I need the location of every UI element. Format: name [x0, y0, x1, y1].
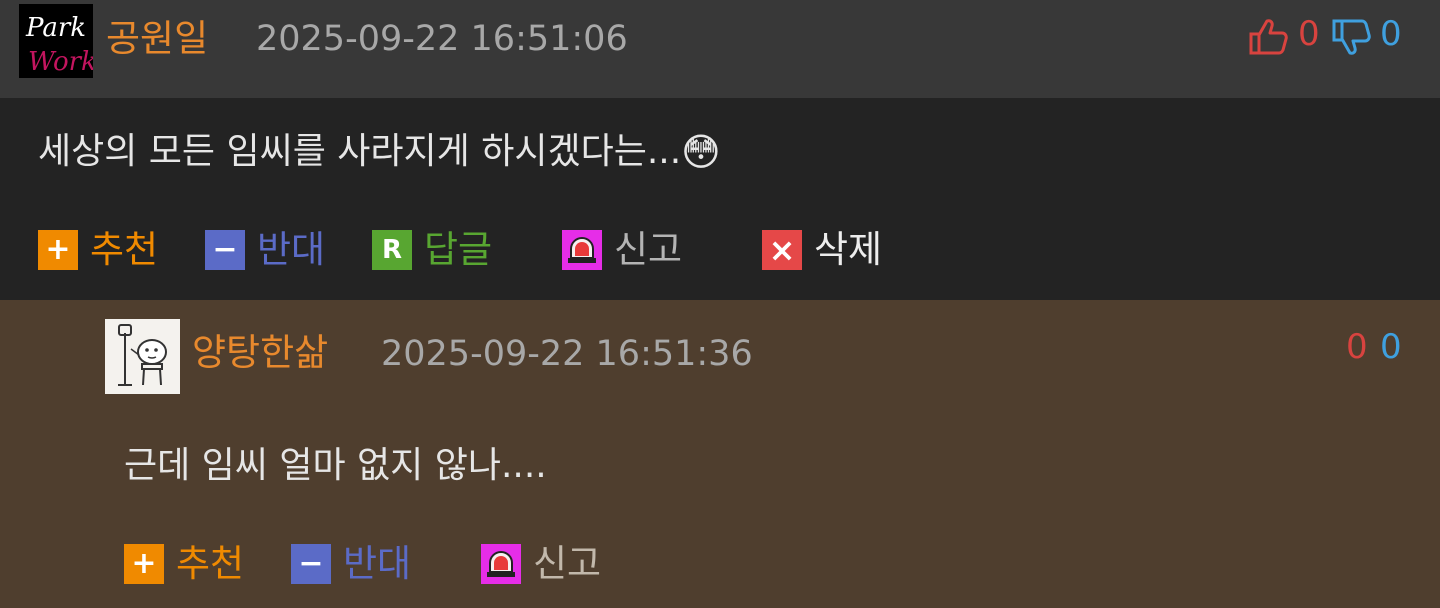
- recommend-button[interactable]: + 추천: [38, 222, 158, 278]
- reply-dislike-count[interactable]: 0: [1380, 325, 1402, 369]
- oppose-label: 반대: [257, 228, 326, 271]
- reply-r-icon: R: [372, 230, 412, 270]
- reply-recommend-button[interactable]: + 추천: [124, 536, 244, 592]
- svg-text:Work: Work: [28, 47, 93, 77]
- close-icon: ×: [762, 230, 802, 270]
- character-with-iv-stand-icon: [105, 319, 180, 394]
- author-name[interactable]: 공원일: [106, 14, 208, 64]
- minus-icon: −: [291, 544, 331, 584]
- reply-text: 근데 임씨 얼마 없지 않나....: [124, 445, 547, 486]
- delete-button[interactable]: × 삭제: [762, 222, 882, 278]
- parkwork-logo-icon: Park Work: [19, 4, 93, 78]
- report-button[interactable]: 신고: [562, 222, 682, 278]
- thumbs-up-icon[interactable]: [1248, 18, 1290, 56]
- oppose-label: 반대: [343, 542, 412, 585]
- thumbs-down-icon[interactable]: [1331, 18, 1373, 56]
- reply-comment: 양탕한삶 2025-09-22 16:51:36 0 0 근데 임씨 얼마 없지…: [0, 300, 1440, 608]
- minus-icon: −: [205, 230, 245, 270]
- plus-icon: +: [38, 230, 78, 270]
- avatar[interactable]: Park Work: [19, 4, 93, 78]
- recommend-label: 추천: [176, 542, 245, 585]
- reply-avatar[interactable]: [105, 319, 180, 394]
- dislike-count: 0: [1380, 14, 1402, 54]
- reply-actions: + 추천 − 반대 신고: [0, 536, 1440, 592]
- delete-label: 삭제: [814, 228, 883, 271]
- flushed-face-emoji-icon: 😳: [681, 130, 721, 174]
- reply-like-count[interactable]: 0: [1346, 325, 1368, 369]
- reply-button[interactable]: R 답글: [372, 222, 492, 278]
- reply-author-name[interactable]: 양탕한삶: [192, 328, 328, 378]
- reply-label: 답글: [424, 228, 493, 271]
- report-label: 신고: [533, 542, 602, 585]
- timestamp: 2025-09-22 16:51:06: [256, 19, 628, 59]
- plus-icon: +: [124, 544, 164, 584]
- comment-body: 세상의 모든 임씨를 사라지게 하시겠다는...😳: [38, 127, 721, 177]
- reply-timestamp: 2025-09-22 16:51:36: [381, 334, 753, 374]
- siren-icon: [562, 230, 602, 270]
- comment-header: Park Work 공원일 2025-09-22 16:51:06 0 0: [0, 0, 1440, 98]
- oppose-button[interactable]: − 반대: [205, 222, 325, 278]
- svg-text:Park: Park: [25, 13, 86, 43]
- recommend-label: 추천: [90, 228, 159, 271]
- reply-oppose-button[interactable]: − 반대: [291, 536, 411, 592]
- report-label: 신고: [614, 228, 683, 271]
- like-count: 0: [1298, 14, 1320, 54]
- siren-icon: [481, 544, 521, 584]
- reply-report-button[interactable]: 신고: [481, 536, 601, 592]
- comment-actions: + 추천 − 반대 R 답글 신고 × 삭제: [0, 222, 1440, 278]
- comment-text: 세상의 모든 임씨를 사라지게 하시겠다는...: [38, 131, 682, 172]
